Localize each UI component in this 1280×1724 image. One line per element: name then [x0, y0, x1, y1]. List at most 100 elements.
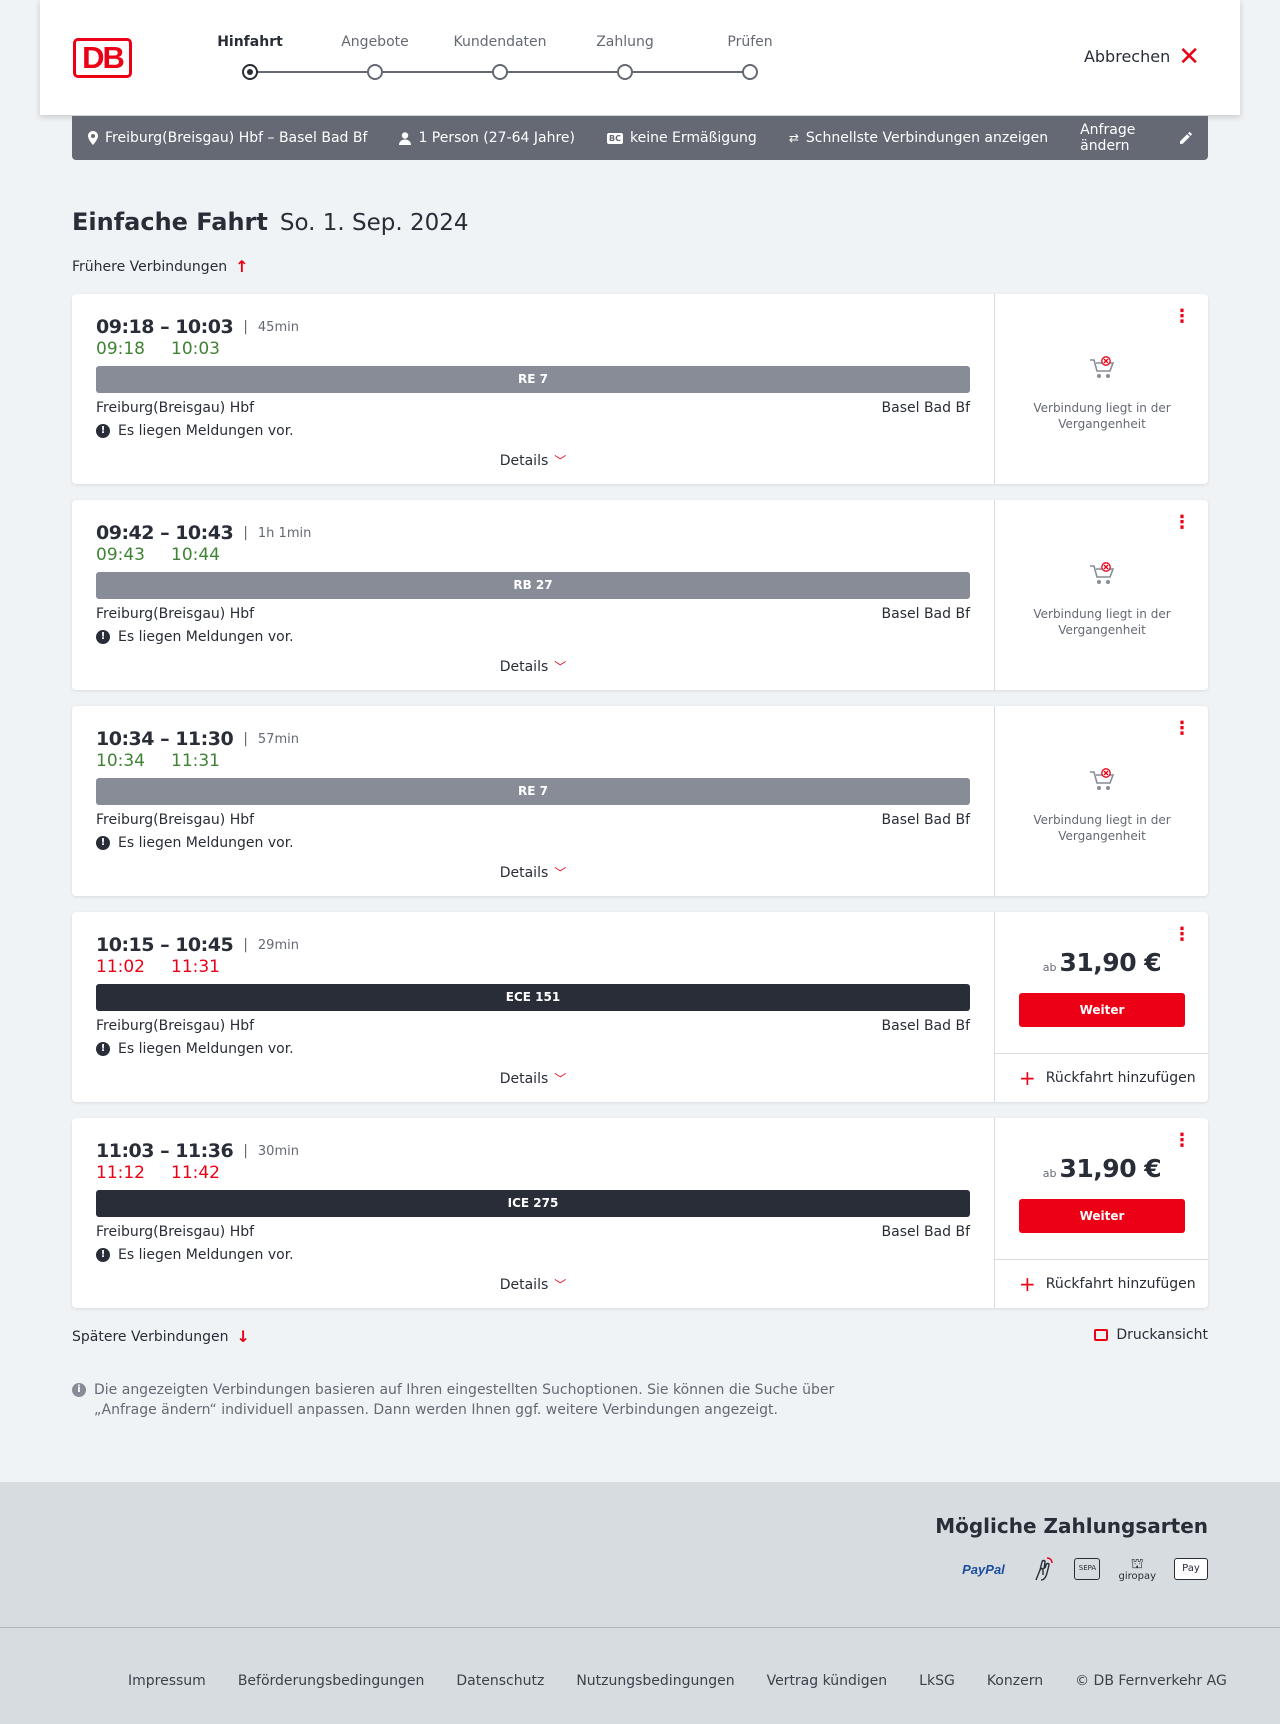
- earlier-label: Frühere Verbindungen: [72, 258, 228, 275]
- info-text: Die angezeigten Verbindungen basieren au…: [94, 1382, 835, 1418]
- location-pin-icon: [88, 131, 98, 145]
- more-options-icon[interactable]: ⋮: [1173, 926, 1191, 944]
- connection-side-panel: ⋮ Verbindung liegt in der Vergangenheit: [994, 500, 1208, 690]
- search-summary-bar: Freiburg(Breisgau) Hbf – Basel Bad Bf 1 …: [72, 116, 1208, 160]
- step-dot: [492, 64, 508, 80]
- realtime-times: 11:02 11:31: [96, 957, 220, 977]
- details-toggle[interactable]: Details ﹀: [96, 658, 970, 675]
- later-connections-link[interactable]: Spätere Verbindungen ↓: [72, 1327, 250, 1346]
- past-connection-note: Verbindung liegt in der Vergangenheit: [1033, 813, 1171, 843]
- footer-link-konzern[interactable]: Konzern: [987, 1673, 1043, 1689]
- db-logo[interactable]: DB: [73, 38, 132, 78]
- more-options-icon[interactable]: ⋮: [1173, 1132, 1191, 1150]
- swap-arrows-icon: ⇄: [788, 131, 799, 145]
- arrow-up-icon: ↑: [235, 257, 249, 276]
- trip-date: So. 1. Sep. 2024: [279, 210, 469, 236]
- disruption-message: ! Es liegen Meldungen vor.: [96, 423, 294, 439]
- cancel-button[interactable]: Abbrechen ✕: [1083, 41, 1200, 72]
- step-zahlung: Zahlung: [555, 34, 695, 80]
- details-toggle[interactable]: Details ﹀: [96, 1276, 970, 1293]
- more-options-icon[interactable]: ⋮: [1173, 514, 1191, 532]
- step-kundendaten: Kundendaten: [430, 34, 570, 80]
- footer-link-impressum[interactable]: Impressum: [128, 1673, 206, 1689]
- step-pruefen: Prüfen: [680, 34, 820, 80]
- step-dot-active: [242, 64, 258, 80]
- footer-link-lksg[interactable]: LkSG: [919, 1673, 955, 1689]
- step-angebote: Angebote: [305, 34, 445, 80]
- destination-station: Basel Bad Bf: [881, 400, 970, 416]
- edit-request-button[interactable]: Anfrage ändern: [1080, 122, 1192, 154]
- footer-copyright: © DB Fernverkehr AG: [1075, 1673, 1227, 1689]
- close-icon: ✕: [1178, 41, 1200, 72]
- page-title: Einfache Fahrt So. 1. Sep. 2024: [72, 208, 469, 236]
- price-value: 31,90 €: [1059, 948, 1162, 977]
- step-dot: [617, 64, 633, 80]
- price-prefix: ab: [1042, 1167, 1057, 1180]
- realtime-arrival: 11:31: [171, 751, 220, 771]
- separator: |: [243, 319, 248, 335]
- duration: 45min: [257, 319, 299, 335]
- footer-link-nutzungsbedingungen[interactable]: Nutzungsbedingungen: [576, 1673, 734, 1689]
- footer-link-befoerderungsbedingungen[interactable]: Beförderungsbedingungen: [238, 1673, 425, 1689]
- trip-type-title: Einfache Fahrt: [72, 208, 268, 236]
- realtime-departure: 10:34: [96, 751, 145, 771]
- route-text: Freiburg(Breisgau) Hbf – Basel Bad Bf: [105, 130, 368, 146]
- continue-button[interactable]: Weiter: [1019, 1199, 1185, 1233]
- price-prefix: ab: [1042, 961, 1057, 974]
- booking-header: DB Hinfahrt Angebote Kundendaten Zahlung…: [40, 0, 1240, 115]
- discount-summary: BC keine Ermäßigung: [607, 130, 757, 146]
- message-text: Es liegen Meldungen vor.: [118, 1041, 294, 1057]
- add-return-trip-button[interactable]: + Rückfahrt hinzufügen: [995, 1053, 1209, 1102]
- footer-link-vertrag-kuendigen[interactable]: Vertrag kündigen: [767, 1673, 888, 1689]
- cart-unavailable-icon: [1090, 356, 1115, 378]
- edit-request-label: Anfrage ändern: [1080, 122, 1136, 154]
- connection-main: 09:18 – 10:03 | 45min 09:18 10:03 RE 7 F…: [96, 294, 970, 484]
- chevron-down-icon: ﹀: [554, 1278, 567, 1292]
- passenger-text: 1 Person (27-64 Jahre): [418, 130, 575, 146]
- chevron-down-icon: ﹀: [554, 866, 567, 880]
- continue-button[interactable]: Weiter: [1019, 993, 1185, 1027]
- footer-links: Impressum Beförderungsbedingungen Datens…: [128, 1673, 1227, 1689]
- realtime-departure: 09:18: [96, 339, 145, 359]
- duration: 1h 1min: [257, 525, 312, 541]
- details-toggle[interactable]: Details ﹀: [96, 1070, 970, 1087]
- connection-times: 09:42 – 10:43 | 1h 1min: [96, 522, 311, 544]
- search-info-note: i Die angezeigten Verbindungen basieren …: [72, 1380, 842, 1420]
- more-options-icon[interactable]: ⋮: [1173, 720, 1191, 738]
- connection-card: 09:42 – 10:43 | 1h 1min 09:43 10:44 RB 2…: [72, 500, 1208, 690]
- scheduled-times: 10:15 – 10:45: [96, 934, 234, 956]
- connection-side-panel: ⋮ Verbindung liegt in der Vergangenheit: [994, 706, 1208, 896]
- alert-icon: !: [96, 630, 110, 644]
- footer-link-datenschutz[interactable]: Datenschutz: [456, 1673, 544, 1689]
- realtime-arrival: 10:03: [171, 339, 220, 359]
- duration: 57min: [257, 731, 299, 747]
- add-return-trip-button[interactable]: + Rückfahrt hinzufügen: [995, 1259, 1209, 1308]
- disruption-message: ! Es liegen Meldungen vor.: [96, 1041, 294, 1057]
- arrow-down-icon: ↓: [236, 1327, 250, 1346]
- origin-station: Freiburg(Breisgau) Hbf: [96, 1224, 255, 1240]
- details-label: Details: [499, 453, 549, 469]
- connection-side-panel: ⋮ Verbindung liegt in der Vergangenheit: [994, 294, 1208, 484]
- details-toggle[interactable]: Details ﹀: [96, 864, 970, 881]
- alert-icon: !: [96, 1042, 110, 1056]
- message-text: Es liegen Meldungen vor.: [118, 629, 294, 645]
- realtime-times: 09:43 10:44: [96, 545, 220, 565]
- alert-icon: !: [96, 836, 110, 850]
- earlier-connections-link[interactable]: Frühere Verbindungen ↑: [72, 257, 249, 276]
- print-view-link[interactable]: Druckansicht: [1094, 1327, 1208, 1343]
- cart-unavailable-icon: [1090, 768, 1115, 790]
- payment-methods-section: Mögliche Zahlungsarten PayPal SEPA ⛫ gir…: [0, 1482, 1280, 1627]
- alert-icon: !: [96, 424, 110, 438]
- apple-pay-label: Pay: [1182, 1563, 1200, 1574]
- cancel-label: Abbrechen: [1083, 47, 1171, 66]
- connection-main: 09:42 – 10:43 | 1h 1min 09:43 10:44 RB 2…: [96, 500, 970, 690]
- more-options-icon[interactable]: ⋮: [1173, 308, 1191, 326]
- cart-unavailable-icon: [1090, 562, 1115, 584]
- add-return-label: Rückfahrt hinzufügen: [1045, 1276, 1196, 1292]
- step-label: Kundendaten: [453, 34, 547, 50]
- details-toggle[interactable]: Details ﹀: [96, 452, 970, 469]
- train-bar: ECE 151: [96, 984, 970, 1011]
- realtime-arrival: 11:31: [171, 957, 220, 977]
- price: ab 31,90 €: [995, 948, 1209, 977]
- route-summary: Freiburg(Breisgau) Hbf – Basel Bad Bf: [88, 130, 367, 146]
